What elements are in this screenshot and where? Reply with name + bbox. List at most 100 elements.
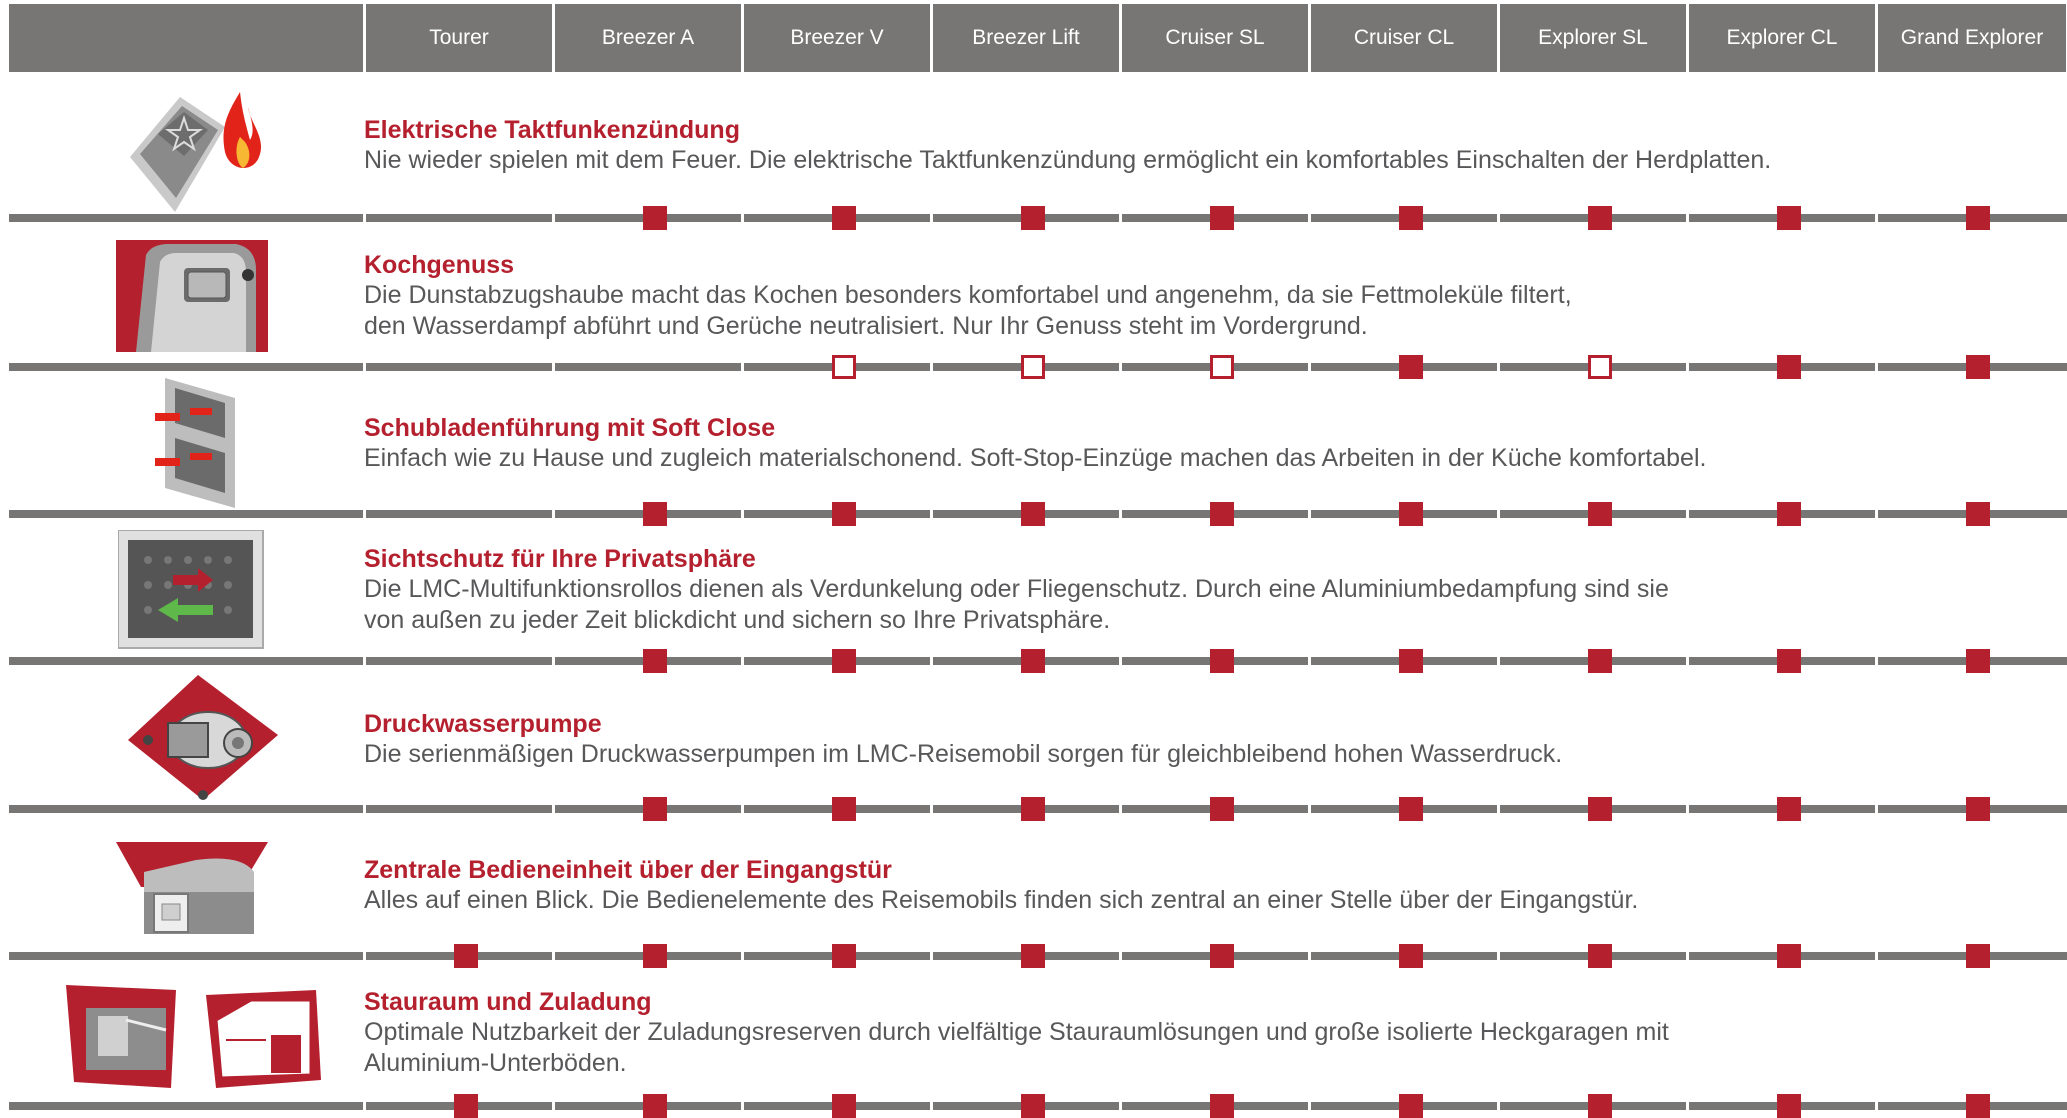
standard-marker bbox=[832, 944, 856, 968]
standard-marker bbox=[643, 206, 667, 230]
ignition-switch-flame-icon bbox=[100, 82, 280, 212]
standard-marker bbox=[1210, 797, 1234, 821]
optional-marker bbox=[832, 355, 856, 379]
column-grand-explorer: Grand Explorer bbox=[1878, 4, 2066, 72]
standard-marker bbox=[1399, 1094, 1423, 1118]
feature-description: Die serienmäßigen Druckwasserpumpen im L… bbox=[364, 740, 1563, 768]
standard-marker bbox=[643, 502, 667, 526]
standard-marker bbox=[1210, 502, 1234, 526]
standard-marker bbox=[1399, 355, 1423, 379]
column-explorer-cl: Explorer CL bbox=[1689, 4, 1875, 72]
feature-description: Die LMC-Multifunktionsrollos dienen als … bbox=[364, 575, 1669, 634]
storage-garage-icon bbox=[66, 980, 326, 1100]
standard-marker bbox=[832, 502, 856, 526]
column-cruiser-cl: Cruiser CL bbox=[1311, 4, 1497, 72]
line-segment bbox=[9, 214, 363, 222]
availability-line bbox=[9, 502, 2067, 526]
header-blank-cell bbox=[9, 4, 363, 72]
standard-marker bbox=[1210, 1094, 1234, 1118]
line-segment bbox=[9, 952, 363, 960]
column-breezer-a: Breezer A bbox=[555, 4, 741, 72]
standard-marker bbox=[1021, 206, 1045, 230]
feature-title: Elektrische Taktfunkenzündung bbox=[364, 116, 740, 144]
feature-description: Nie wieder spielen mit dem Feuer. Die el… bbox=[364, 146, 1772, 174]
standard-marker bbox=[1210, 206, 1234, 230]
feature-description: Einfach wie zu Hause und zugleich materi… bbox=[364, 444, 1707, 472]
standard-marker bbox=[1588, 944, 1612, 968]
line-segment bbox=[366, 657, 552, 665]
feature-title: Schubladenführung mit Soft Close bbox=[364, 414, 776, 442]
standard-marker bbox=[1210, 649, 1234, 673]
column-explorer-sl: Explorer SL bbox=[1500, 4, 1686, 72]
line-segment bbox=[9, 510, 363, 518]
line-segment bbox=[9, 657, 363, 665]
availability-line bbox=[9, 649, 2067, 673]
standard-marker bbox=[1399, 649, 1423, 673]
line-segment bbox=[366, 510, 552, 518]
standard-marker bbox=[1588, 206, 1612, 230]
standard-marker bbox=[1966, 206, 1990, 230]
availability-line bbox=[9, 206, 2067, 230]
standard-marker bbox=[1399, 797, 1423, 821]
control-panel-icon bbox=[116, 842, 296, 962]
standard-marker bbox=[1021, 1094, 1045, 1118]
feature-title: Kochgenuss bbox=[364, 251, 515, 279]
standard-marker bbox=[1777, 1094, 1801, 1118]
line-segment bbox=[366, 214, 552, 222]
optional-marker bbox=[1210, 355, 1234, 379]
standard-marker bbox=[832, 649, 856, 673]
standard-marker bbox=[1966, 797, 1990, 821]
line-segment bbox=[9, 363, 363, 371]
optional-marker bbox=[1588, 355, 1612, 379]
standard-marker bbox=[1966, 944, 1990, 968]
standard-marker bbox=[1777, 502, 1801, 526]
availability-line bbox=[9, 355, 2067, 379]
line-segment bbox=[9, 805, 363, 813]
standard-marker bbox=[1399, 944, 1423, 968]
column-tourer: Tourer bbox=[366, 4, 552, 72]
standard-marker bbox=[454, 1094, 478, 1118]
standard-marker bbox=[1399, 502, 1423, 526]
column-breezer-lift: Breezer Lift bbox=[933, 4, 1119, 72]
line-segment bbox=[366, 805, 552, 813]
standard-marker bbox=[1966, 502, 1990, 526]
feature-title: Stauraum und Zuladung bbox=[364, 988, 652, 1016]
standard-marker bbox=[1021, 944, 1045, 968]
standard-marker bbox=[1021, 502, 1045, 526]
drawer-softclose-icon bbox=[145, 378, 325, 508]
optional-marker bbox=[1021, 355, 1045, 379]
standard-marker bbox=[832, 1094, 856, 1118]
feature-title: Sichtschutz für Ihre Privatsphäre bbox=[364, 545, 756, 573]
standard-marker bbox=[454, 944, 478, 968]
standard-marker bbox=[643, 944, 667, 968]
standard-marker bbox=[1777, 944, 1801, 968]
column-breezer-v: Breezer V bbox=[744, 4, 930, 72]
window-blind-icon bbox=[117, 529, 298, 650]
standard-marker bbox=[1588, 502, 1612, 526]
standard-marker bbox=[1021, 797, 1045, 821]
standard-marker bbox=[1588, 649, 1612, 673]
standard-marker bbox=[1210, 944, 1234, 968]
standard-marker bbox=[832, 797, 856, 821]
standard-marker bbox=[1966, 649, 1990, 673]
line-segment bbox=[366, 363, 552, 371]
feature-description: Optimale Nutzbarkeit der Zuladungsreserv… bbox=[364, 1018, 1669, 1077]
standard-marker bbox=[1777, 797, 1801, 821]
feature-description: Die Dunstabzugshaube macht das Kochen be… bbox=[364, 281, 1572, 340]
feature-title: Zentrale Bedieneinheit über der Eingangs… bbox=[364, 856, 892, 884]
standard-marker bbox=[1588, 797, 1612, 821]
feature-title: Druckwasserpumpe bbox=[364, 710, 602, 738]
standard-marker bbox=[1966, 355, 1990, 379]
standard-marker bbox=[1777, 649, 1801, 673]
standard-marker bbox=[832, 206, 856, 230]
standard-marker bbox=[643, 649, 667, 673]
standard-marker bbox=[1399, 206, 1423, 230]
standard-marker bbox=[1021, 649, 1045, 673]
standard-marker bbox=[1966, 1094, 1990, 1118]
water-pump-icon bbox=[128, 675, 308, 800]
line-segment bbox=[555, 363, 741, 371]
availability-line bbox=[9, 944, 2067, 968]
column-cruiser-sl: Cruiser SL bbox=[1122, 4, 1308, 72]
standard-marker bbox=[1777, 206, 1801, 230]
standard-marker bbox=[643, 797, 667, 821]
